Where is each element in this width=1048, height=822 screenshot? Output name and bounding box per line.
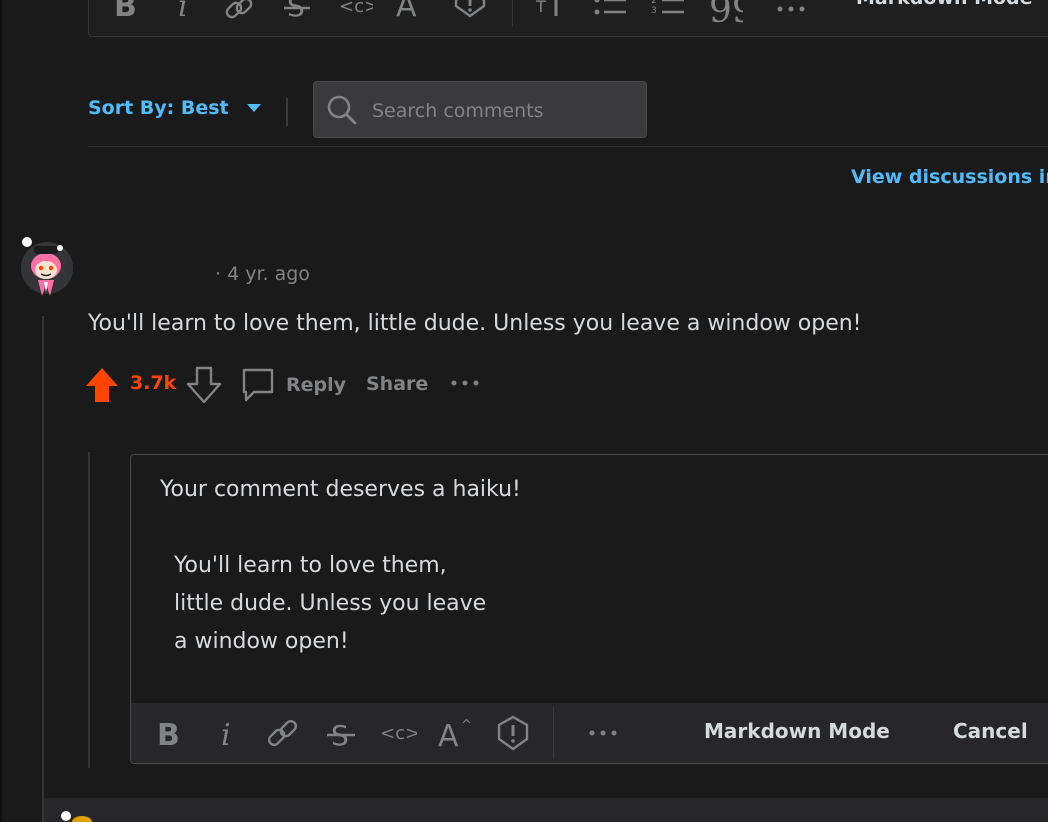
quote-icon[interactable]: 99 — [705, 0, 745, 27]
share-button[interactable]: Share — [366, 373, 428, 395]
italic-icon[interactable]: i — [163, 0, 203, 27]
svg-text:<c>: <c> — [339, 0, 373, 17]
reply-button[interactable]: Reply — [240, 366, 346, 404]
page: B i S <c> A^ T 23 99 — [0, 0, 1048, 822]
vote-count: 3.7k — [130, 372, 177, 394]
reply-editor-toolbar: B i S <c> A ^ Markdown Mode Cancel — [131, 703, 1048, 763]
search-comments-input[interactable] — [370, 92, 634, 130]
reply-editor[interactable]: Your comment deserves a haiku! You'll le… — [130, 454, 1048, 764]
markdown-mode-button[interactable]: Markdown Mode — [856, 0, 1033, 9]
comment-bubble-icon — [242, 368, 274, 402]
upvote-icon — [86, 368, 118, 402]
divider — [88, 146, 1048, 147]
downvote-icon — [186, 366, 222, 404]
svg-text:^: ^ — [420, 0, 430, 5]
reply-thread-line — [88, 452, 90, 768]
comment-body: You'll learn to love them, little dude. … — [88, 311, 862, 336]
inline-code-icon[interactable]: <c> — [376, 713, 420, 753]
svg-text:S: S — [287, 0, 305, 23]
svg-text:i: i — [221, 718, 231, 749]
thread-line[interactable] — [42, 316, 44, 822]
sort-separator — [286, 98, 288, 126]
bulleted-list-icon[interactable] — [590, 0, 630, 27]
toolbar-separator — [512, 0, 513, 27]
strikethrough-icon[interactable]: S — [277, 0, 317, 27]
upvote-button[interactable] — [84, 366, 120, 404]
spoiler-icon[interactable] — [491, 713, 535, 753]
view-discussions-link[interactable]: View discussions in — [851, 166, 1048, 188]
toolbar-separator — [553, 707, 554, 759]
link-icon[interactable] — [220, 0, 260, 27]
heading-icon[interactable]: T — [529, 0, 569, 27]
caret-down-icon — [246, 104, 261, 112]
sort-label: Sort By: Best — [88, 97, 229, 119]
cancel-button[interactable]: Cancel — [953, 719, 1028, 743]
search-icon — [326, 94, 358, 130]
inline-code-icon[interactable]: <c> — [335, 0, 375, 27]
next-comment-strip — [44, 798, 1048, 822]
left-edge — [0, 0, 2, 822]
svg-text:99: 99 — [709, 0, 743, 24]
italic-icon[interactable]: i — [205, 713, 249, 753]
reply-label: Reply — [286, 374, 347, 396]
svg-text:B: B — [114, 0, 137, 24]
svg-text:B: B — [157, 718, 180, 749]
superscript-icon[interactable]: A^ — [433, 713, 477, 753]
link-icon[interactable] — [261, 713, 305, 753]
svg-text:^: ^ — [461, 718, 472, 733]
markdown-mode-button[interactable]: Markdown Mode — [704, 719, 890, 743]
superscript-icon[interactable]: A^ — [392, 0, 432, 27]
avatar[interactable] — [20, 236, 74, 302]
next-comment-avatar[interactable] — [56, 806, 96, 822]
comment-timestamp[interactable]: · 4 yr. ago — [215, 263, 310, 285]
share-label: Share — [366, 373, 429, 395]
search-comments-box[interactable] — [313, 81, 647, 138]
svg-text:A: A — [438, 719, 459, 749]
bold-icon[interactable]: B — [147, 713, 191, 753]
svg-text:3: 3 — [651, 6, 657, 16]
svg-text:A: A — [396, 0, 417, 24]
username-link[interactable] — [100, 264, 210, 286]
more-icon[interactable] — [581, 713, 625, 753]
more-options-button[interactable] — [450, 378, 480, 388]
numbered-list-icon[interactable]: 23 — [648, 0, 688, 27]
strikethrough-icon[interactable]: S — [319, 713, 363, 753]
more-icon — [451, 380, 479, 386]
spoiler-icon[interactable] — [450, 0, 490, 27]
svg-text:<c>: <c> — [380, 723, 417, 744]
reply-textarea[interactable]: Your comment deserves a haiku! You'll le… — [160, 471, 521, 661]
svg-text:T: T — [535, 0, 546, 16]
sort-dropdown[interactable]: Sort By: Best — [88, 97, 261, 119]
downvote-button[interactable] — [186, 366, 222, 404]
bold-icon[interactable]: B — [105, 0, 145, 27]
svg-text:i: i — [178, 0, 188, 24]
top-editor-toolbar: B i S <c> A^ T 23 99 — [88, 0, 1048, 37]
more-icon[interactable] — [771, 0, 811, 27]
